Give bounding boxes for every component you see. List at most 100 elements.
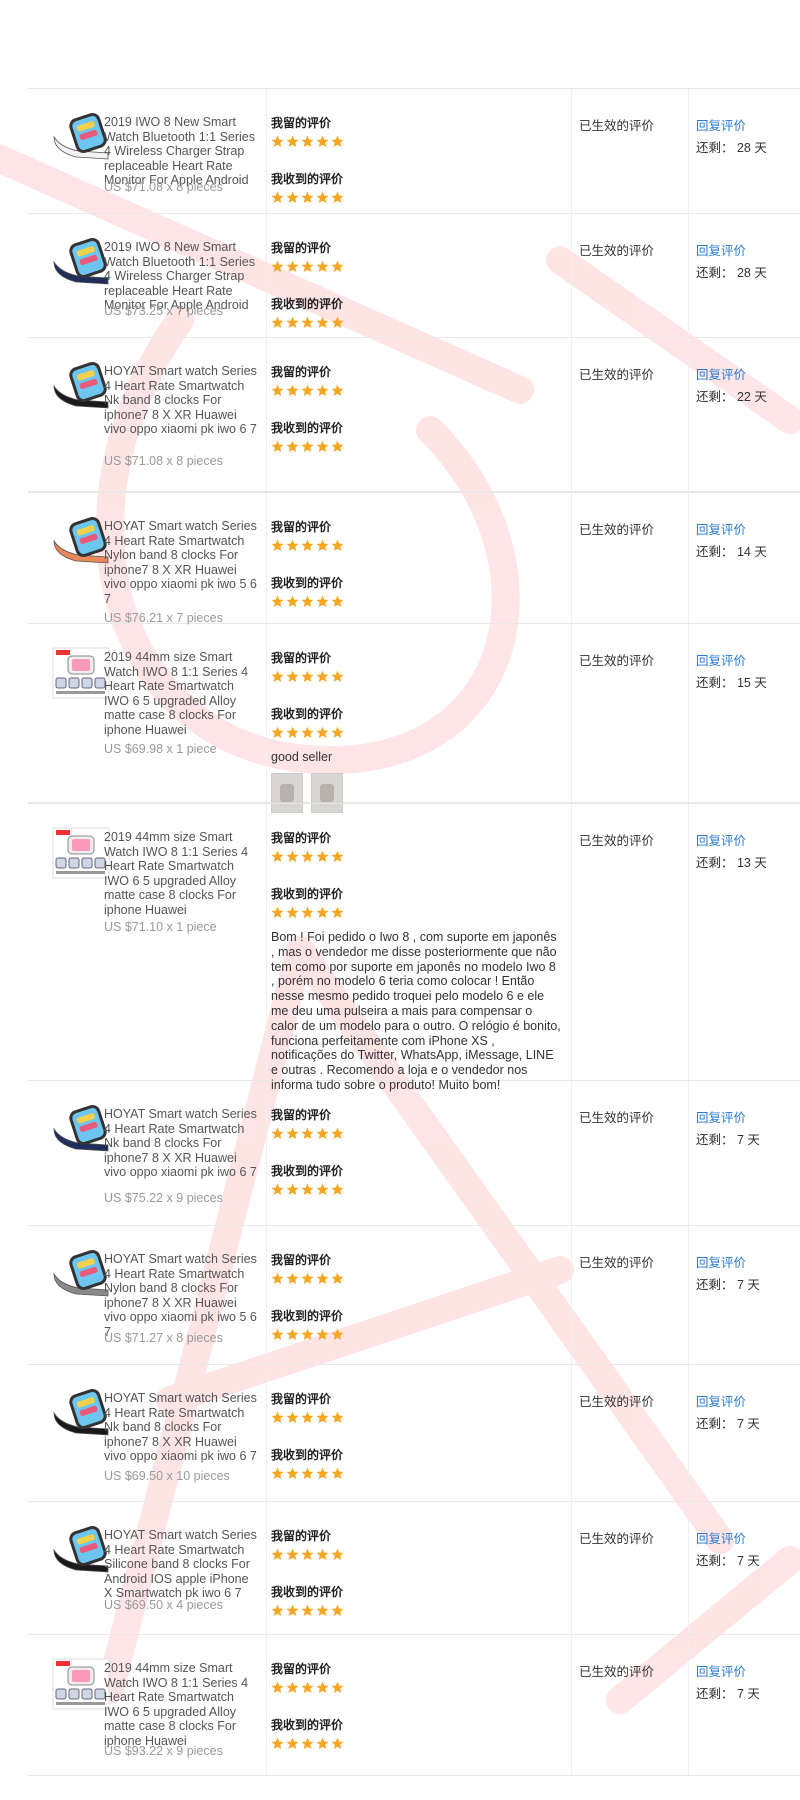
star-icon [331,440,344,452]
star-icon [316,191,329,203]
product-title[interactable]: 2019 44mm size Smart Watch IWO 8 1:1 Ser… [104,1661,258,1749]
star-icon [316,726,329,738]
review-section: 我留的评价 我收到的评价 [271,519,591,609]
received-review-label: 我收到的评价 [271,887,344,901]
product-thumbnail[interactable] [50,1383,112,1445]
reply-review-link[interactable]: 回复评价 [696,1252,746,1271]
black-watch-icon [53,1526,109,1573]
star-icon [271,595,284,607]
product-thumbnail[interactable] [50,107,112,169]
received-review-label: 我收到的评价 [271,421,344,435]
star-icon [301,1467,314,1479]
product-title[interactable]: HOYAT Smart watch Series 4 Heart Rate Sm… [104,1252,258,1340]
product-thumbnail[interactable] [50,356,112,418]
star-icon [331,1467,344,1479]
my-review-label: 我留的评价 [271,651,332,665]
star-icon [286,384,299,396]
star-icon [271,850,284,862]
star-icon [271,260,284,272]
product-title[interactable]: 2019 IWO 8 New Smart Watch Bluetooth 1:1… [104,115,258,188]
product-thumbnail[interactable] [50,1520,112,1582]
received-review-label: 我收到的评价 [271,172,344,186]
column-divider [688,1226,689,1364]
star-icon [316,670,329,682]
star-icon [286,595,299,607]
star-icon [271,1328,284,1340]
star-icon [301,539,314,551]
reply-review-link[interactable]: 回复评价 [696,364,746,383]
product-thumbnail[interactable] [50,642,112,704]
reply-review-link[interactable]: 回复评价 [696,830,746,849]
product-collage-icon [52,1658,110,1710]
star-icon [316,1737,329,1749]
received-review-label: 我收到的评价 [271,1585,344,1599]
review-status: 已生效的评价 [579,1395,655,1409]
star-icon [316,1467,329,1479]
review-status: 已生效的评价 [579,1665,655,1679]
reply-review-link[interactable]: 回复评价 [696,519,746,538]
star-icon [286,906,299,918]
my-review-stars [271,1681,591,1695]
my-review-label: 我留的评价 [271,365,332,379]
star-icon [271,1411,284,1423]
product-thumbnail[interactable] [50,232,112,294]
star-icon [286,1467,299,1479]
review-comment-text: Bom ! Foi pedido o Iwo 8 , com suporte e… [271,930,561,1092]
star-icon [301,850,314,862]
reply-review-link[interactable]: 回复评价 [696,1661,746,1680]
received-review-stars [271,1467,591,1481]
product-title[interactable]: 2019 44mm size Smart Watch IWO 8 1:1 Ser… [104,650,258,738]
review-row: 2019 44mm size Smart Watch IWO 8 1:1 Ser… [28,624,800,813]
star-icon [316,260,329,272]
review-row: HOYAT Smart watch Series 4 Heart Rate Sm… [28,1502,800,1635]
time-remaining: 还剩： 7 天 [696,1133,760,1147]
product-title[interactable]: HOYAT Smart watch Series 4 Heart Rate Sm… [104,1391,258,1464]
product-title[interactable]: 2019 IWO 8 New Smart Watch Bluetooth 1:1… [104,240,258,313]
product-thumbnail[interactable] [50,1244,112,1306]
star-icon [316,1681,329,1693]
product-thumbnail[interactable] [50,511,112,573]
star-icon [331,1127,344,1139]
review-row: HOYAT Smart watch Series 4 Heart Rate Sm… [28,1081,800,1226]
star-icon [301,191,314,203]
star-icon [316,1272,329,1284]
product-thumbnail[interactable] [50,1653,112,1715]
star-icon [286,1681,299,1693]
product-title[interactable]: 2019 44mm size Smart Watch IWO 8 1:1 Ser… [104,830,258,918]
star-icon [271,1467,284,1479]
star-icon [316,850,329,862]
star-icon [316,1127,329,1139]
reply-review-link[interactable]: 回复评价 [696,650,746,669]
star-icon [331,539,344,551]
reply-review-link[interactable]: 回复评价 [696,1391,746,1410]
star-icon [286,1272,299,1284]
star-icon [286,135,299,147]
review-row: 2019 IWO 8 New Smart Watch Bluetooth 1:1… [28,214,800,338]
review-status: 已生效的评价 [579,368,655,382]
reply-review-link[interactable]: 回复评价 [696,1107,746,1126]
star-icon [286,1737,299,1749]
star-icon [316,440,329,452]
reply-review-link[interactable]: 回复评价 [696,240,746,259]
product-title[interactable]: HOYAT Smart watch Series 4 Heart Rate Sm… [104,364,258,437]
product-title[interactable]: HOYAT Smart watch Series 4 Heart Rate Sm… [104,1528,258,1601]
reply-review-link[interactable]: 回复评价 [696,1528,746,1547]
reply-review-link[interactable]: 回复评价 [696,115,746,134]
product-title[interactable]: HOYAT Smart watch Series 4 Heart Rate Sm… [104,1107,258,1180]
product-thumbnail[interactable] [50,1099,112,1161]
star-icon [286,191,299,203]
received-review-stars [271,1604,591,1618]
product-price: US $71.08 x 8 pieces [104,454,223,468]
star-icon [286,260,299,272]
my-review-label: 我留的评价 [271,1392,332,1406]
received-review-stars [271,1183,591,1197]
received-review-stars [271,1737,591,1751]
photo-content [320,783,334,802]
review-section: 我留的评价 我收到的评价 [271,364,591,454]
star-icon [331,1183,344,1195]
product-title[interactable]: HOYAT Smart watch Series 4 Heart Rate Sm… [104,519,258,607]
product-thumbnail[interactable] [50,822,112,884]
star-icon [286,1548,299,1560]
star-icon [316,539,329,551]
column-divider [688,1081,689,1225]
